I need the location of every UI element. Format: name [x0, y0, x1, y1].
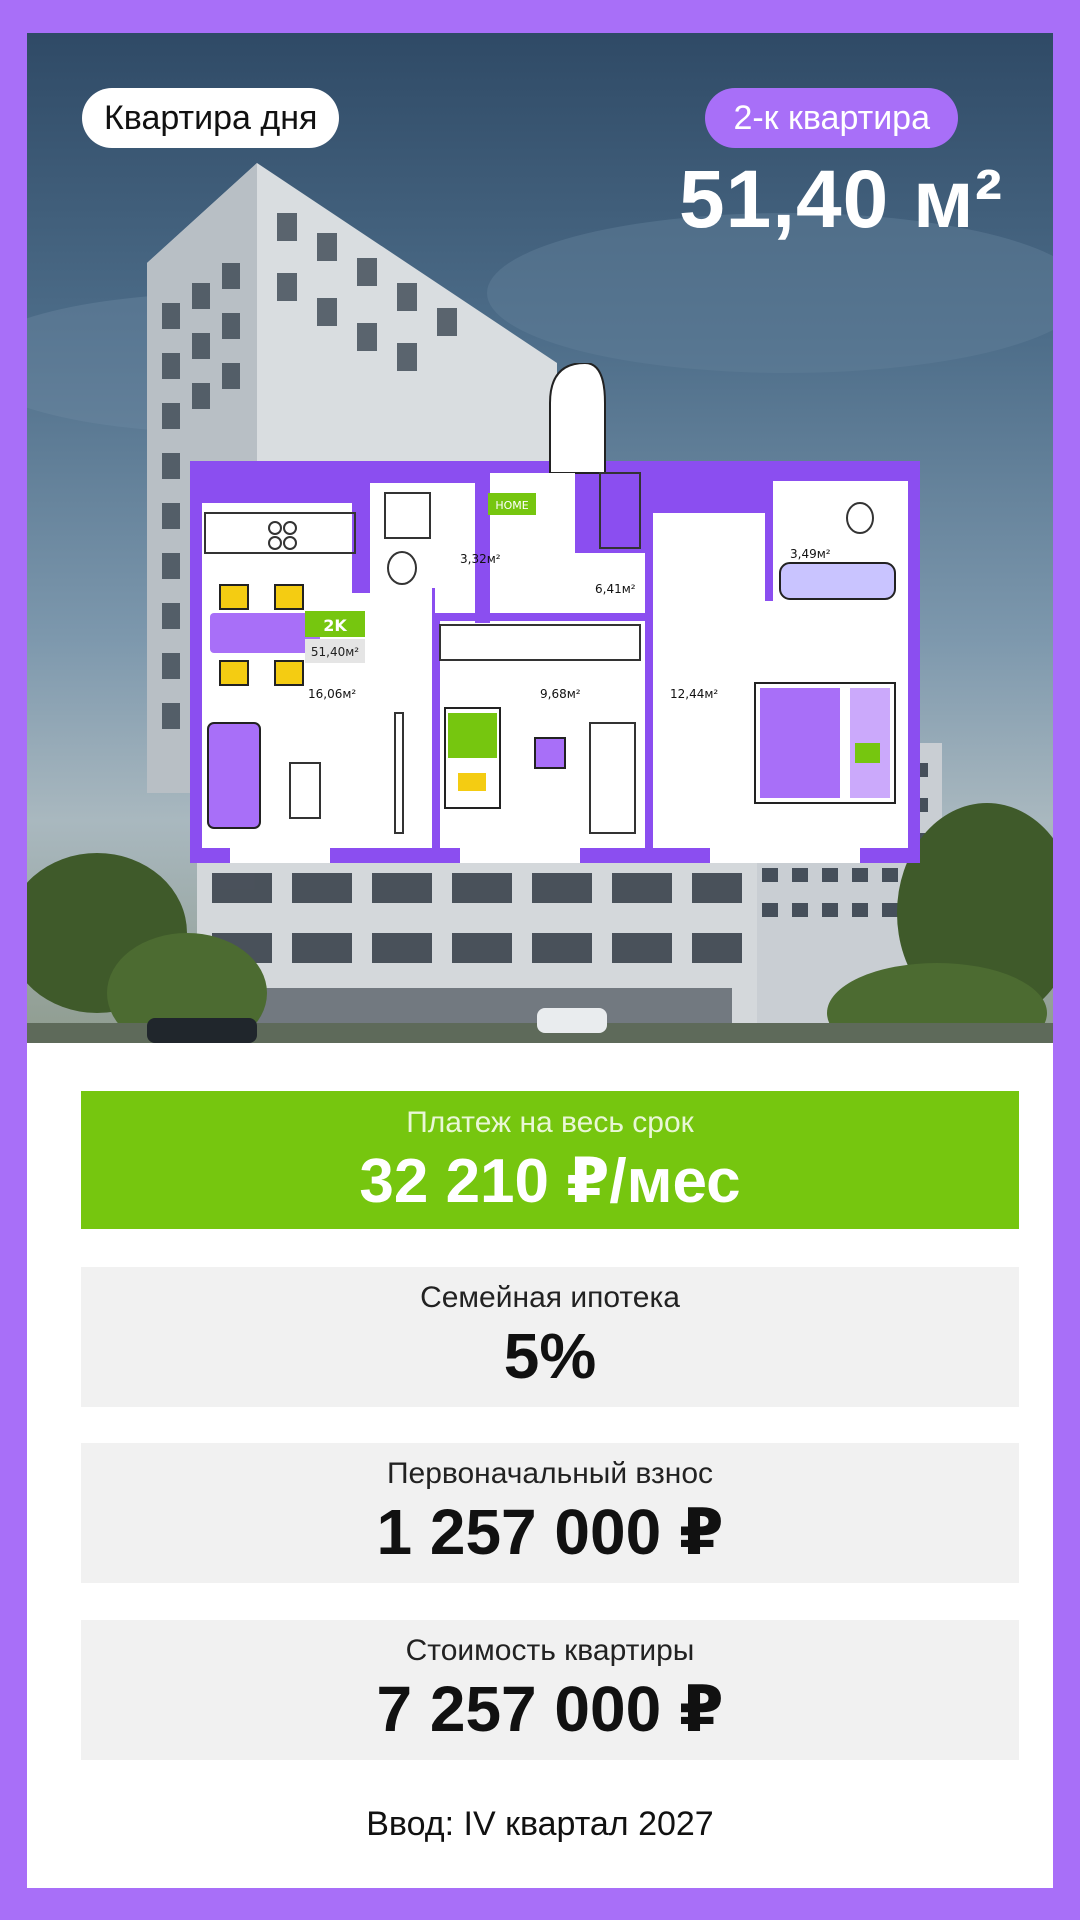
- room-area-bath1: 3,32м²: [460, 552, 501, 566]
- apartment-of-day-badge: Квартира дня: [82, 88, 340, 148]
- info-card: Платеж на весь срок 32 210 ₽/мес Семейна…: [27, 1043, 1053, 1888]
- room-area-bedroom2: 12,44м²: [670, 687, 718, 701]
- room-area-bedroom1: 9,68м²: [540, 687, 581, 701]
- monthly-payment-value: 32 210 ₽/мес: [359, 1147, 741, 1216]
- apartment-price-value: 7 257 000 ₽: [376, 1673, 724, 1745]
- plan-total-area: 51,40м²: [311, 645, 359, 659]
- delivery-date: Ввод: IV квартал 2027: [366, 1805, 714, 1843]
- room-area-bath2: 3,49м²: [790, 547, 831, 561]
- apartment-price-box: Стоимость квартиры 7 257 000 ₽: [81, 1620, 1019, 1760]
- mortgage-rate-box: Семейная ипотека 5%: [81, 1267, 1019, 1407]
- floor-plan: HOME 2K 51,40м² 3,32м² 3,49м² 6,41м² 16,…: [190, 361, 920, 863]
- monthly-payment-label: Платеж на весь срок: [406, 1106, 694, 1139]
- home-sign: HOME: [495, 499, 528, 512]
- down-payment-box: Первоначальный взнос 1 257 000 ₽: [81, 1443, 1019, 1583]
- room-area-living: 16,06м²: [308, 687, 356, 701]
- apartment-price-label: Стоимость квартиры: [405, 1634, 695, 1667]
- mortgage-rate-value: 5%: [503, 1320, 597, 1392]
- down-payment-value: 1 257 000 ₽: [376, 1496, 724, 1568]
- room-area-hall: 6,41м²: [595, 582, 636, 596]
- monthly-payment-box: Платеж на весь срок 32 210 ₽/мес: [81, 1091, 1019, 1229]
- apartment-area: 51,40 м²: [679, 154, 1003, 245]
- hero-image: Квартира дня 2-к квартира 51,40 м² HOME …: [27, 33, 1053, 1043]
- plan-type-badge: 2K: [323, 616, 347, 635]
- apartment-type-badge: 2-к квартира: [705, 88, 958, 148]
- mortgage-rate-label: Семейная ипотека: [420, 1281, 680, 1314]
- down-payment-label: Первоначальный взнос: [386, 1457, 714, 1490]
